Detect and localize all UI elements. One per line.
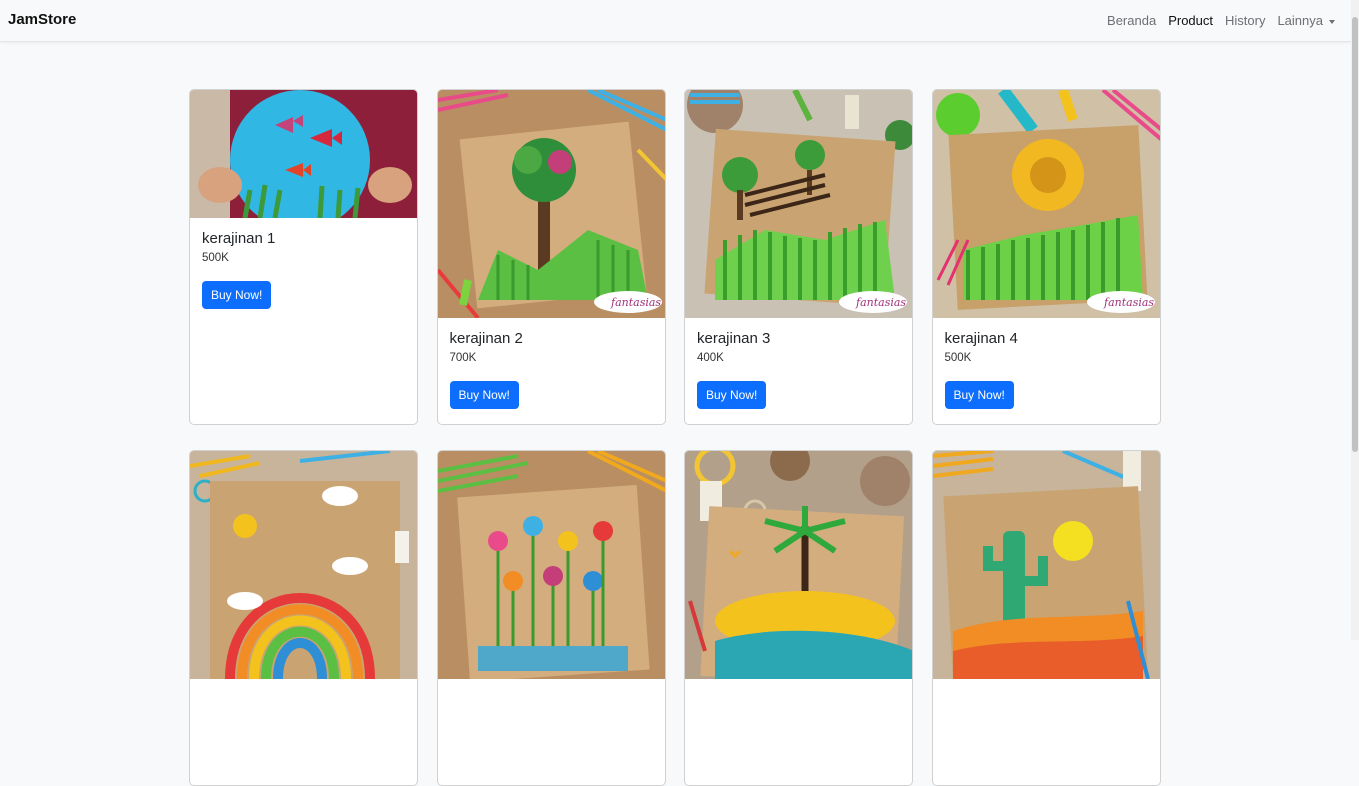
product-title: kerajinan 3 — [697, 330, 771, 347]
product-price: 500K — [202, 252, 229, 264]
buy-now-button[interactable]: Buy Now! — [944, 381, 1014, 409]
product-card: fantasias kerajinan 2 700K Buy Now! — [436, 89, 666, 425]
product-grid: kerajinan 1 500K Buy Now! fantasias kera… — [189, 89, 1161, 786]
product-image-sunflower: fantasias — [932, 90, 1160, 318]
product-price: 400K — [697, 352, 724, 364]
product-card: fantasias kerajinan 3 400K Buy Now! — [684, 89, 913, 425]
product-price: 500K — [944, 352, 972, 364]
product-card — [931, 450, 1161, 786]
buy-now-button[interactable]: Buy Now! — [202, 281, 272, 309]
nav-history[interactable]: History — [1225, 13, 1265, 28]
product-image-palm — [685, 451, 912, 679]
fantasias-watermark: fantasias — [610, 296, 661, 309]
product-card: fantasias kerajinan 4 500K Buy Now! — [931, 89, 1161, 425]
product-card: kerajinan 1 500K Buy Now! — [189, 89, 418, 425]
product-card — [436, 450, 666, 786]
product-card — [684, 450, 913, 786]
nav-links: Beranda Product History Lainnya — [1107, 13, 1335, 28]
dropdown-label: Lainnya — [1277, 13, 1323, 28]
product-image-tree: fantasias — [437, 90, 665, 318]
product-title: kerajinan 1 — [202, 230, 276, 247]
product-price: 700K — [449, 352, 477, 364]
fantasias-watermark: fantasias — [1103, 296, 1154, 309]
caret-down-icon — [1329, 19, 1335, 24]
product-image-flowers — [437, 451, 665, 679]
scrollbar[interactable] — [1351, 0, 1359, 640]
product-title: kerajinan 4 — [944, 330, 1018, 347]
buy-now-button[interactable]: Buy Now! — [697, 381, 767, 409]
product-image-cactus — [932, 451, 1160, 679]
product-title: kerajinan 2 — [449, 330, 523, 347]
nav-lainnya-dropdown[interactable]: Lainnya — [1277, 13, 1335, 28]
product-image-bench: fantasias — [685, 90, 912, 318]
brand-logo[interactable]: JamStore — [8, 11, 76, 28]
nav-product[interactable]: Product — [1168, 13, 1213, 28]
fantasias-watermark: fantasias — [855, 296, 906, 309]
nav-beranda[interactable]: Beranda — [1107, 13, 1156, 28]
buy-now-button[interactable]: Buy Now! — [449, 381, 519, 409]
navbar: JamStore Beranda Product History Lainnya — [0, 0, 1351, 42]
product-image-fish — [190, 90, 417, 218]
scrollbar-thumb[interactable] — [1352, 17, 1358, 452]
product-card — [189, 450, 418, 786]
product-image-rainbow — [190, 451, 417, 679]
